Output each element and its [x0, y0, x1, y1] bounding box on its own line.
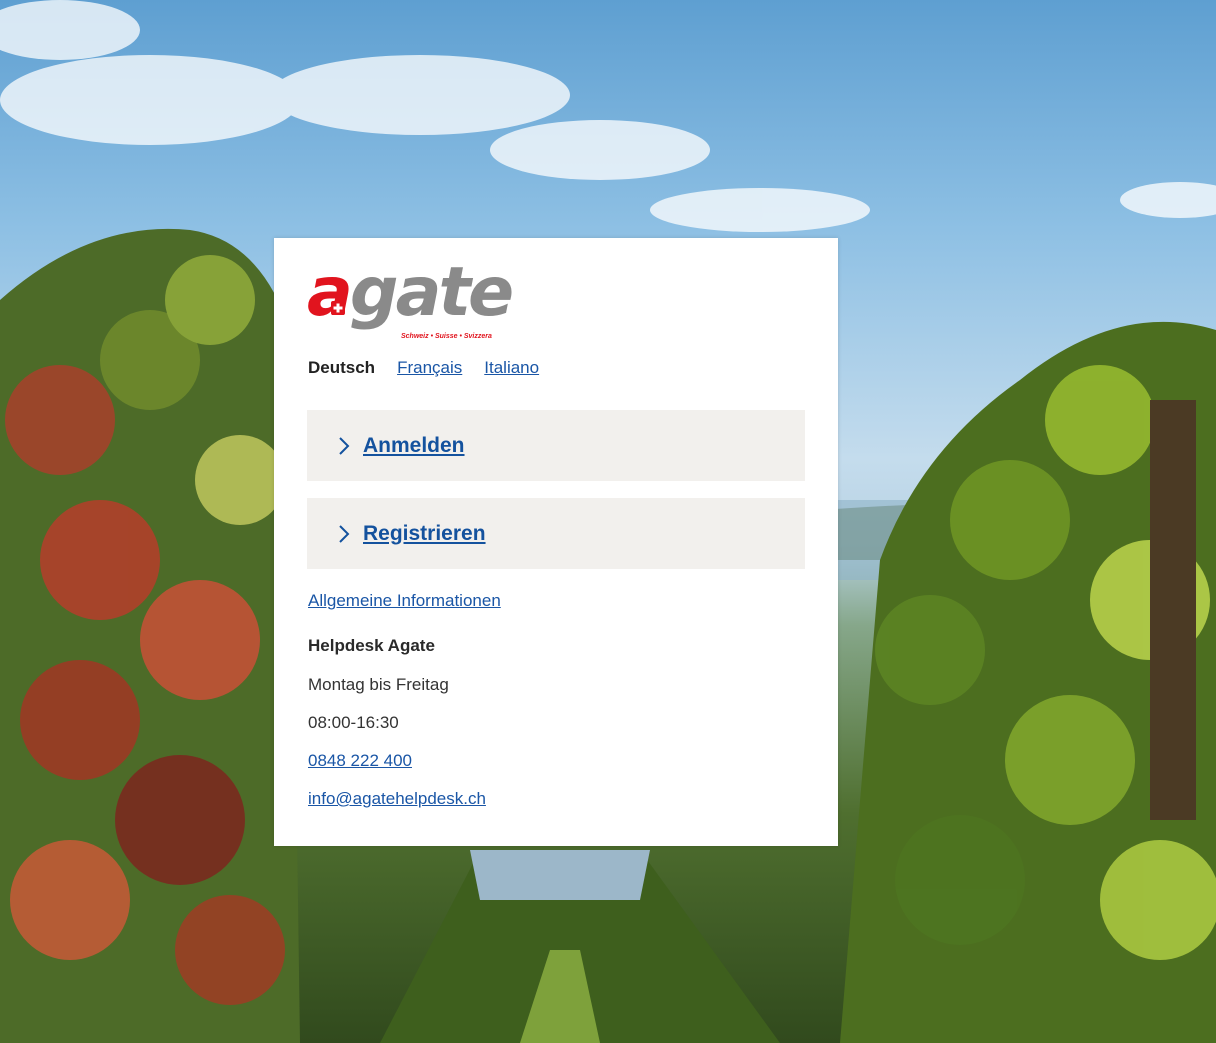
logo-tagline: Schweiz • Suisse • Svizzera [401, 333, 492, 340]
login-panel[interactable]: Anmelden [307, 410, 805, 481]
agate-logo: agate Schweiz • Suisse • Svizzera [307, 259, 527, 346]
language-deutsch: Deutsch [308, 358, 376, 377]
logo-letters-rest: gate [349, 253, 514, 332]
language-francais[interactable]: Français [397, 358, 462, 378]
helpdesk-days: Montag bis Freitag [308, 675, 449, 694]
register-panel[interactable]: Registrieren [307, 498, 805, 569]
logo-letter-a: a [307, 253, 353, 332]
helpdesk-email-link[interactable]: info@agatehelpdesk.ch [308, 789, 486, 809]
register-link[interactable]: Registrieren [363, 522, 486, 546]
chevron-right-icon [339, 524, 350, 543]
login-link[interactable]: Anmelden [363, 434, 465, 458]
general-info-link[interactable]: Allgemeine Informationen [308, 591, 501, 611]
swiss-cross-icon [331, 301, 345, 315]
login-card: agate Schweiz • Suisse • Svizzera Deutsc… [274, 238, 838, 846]
helpdesk-title: Helpdesk Agate [308, 636, 435, 655]
helpdesk-hours: 08:00-16:30 [308, 713, 399, 732]
logo-wordmark: agate [307, 259, 514, 327]
language-switcher: Deutsch Français Italiano [308, 358, 539, 378]
helpdesk-phone-link[interactable]: 0848 222 400 [308, 751, 412, 771]
chevron-right-icon [339, 436, 350, 455]
language-italiano[interactable]: Italiano [484, 358, 539, 378]
